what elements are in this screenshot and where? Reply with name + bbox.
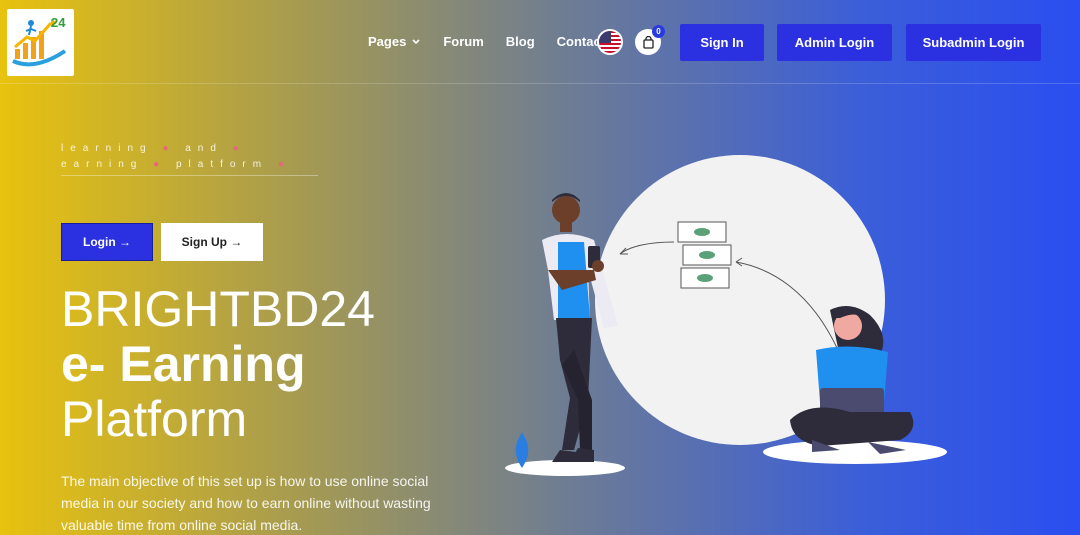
hero-description: The main objective of this set up is how…: [61, 473, 431, 533]
chevron-down-icon: [412, 38, 420, 44]
tagline-word-earning: earning: [61, 159, 144, 170]
language-flag-icon[interactable]: [597, 29, 623, 55]
tagline-word-and: and: [185, 143, 223, 154]
hero-signup-button[interactable]: Sign Up →: [161, 223, 263, 261]
cart-button[interactable]: 0: [635, 25, 665, 55]
nav-item-blog[interactable]: Blog: [506, 34, 535, 49]
brand-logo-text: 24: [51, 15, 66, 30]
hero-illustration: [505, 155, 947, 476]
nav-item-forum[interactable]: Forum: [443, 34, 483, 49]
hero-tagline: learning ● and ● earning ● platform ●: [61, 141, 318, 176]
nav-item-pages-label: Pages: [368, 34, 407, 49]
admin-login-button[interactable]: Admin Login: [777, 24, 892, 61]
hero-login-button[interactable]: Login →: [61, 223, 153, 261]
brand-logo[interactable]: 24: [7, 9, 74, 76]
sign-in-button[interactable]: Sign In: [680, 24, 764, 61]
hero-title-line1: BRIGHTBD24: [61, 281, 375, 337]
shopping-bag-icon: [642, 35, 654, 49]
hero-title-line2: e- Earning: [61, 336, 306, 392]
tagline-word-learning: learning: [61, 143, 153, 154]
main-nav: Pages Forum Blog Contact: [368, 34, 605, 49]
nav-item-pages[interactable]: Pages: [368, 34, 421, 49]
money-icon: [677, 221, 732, 289]
tagline-word-platform: platform: [175, 159, 269, 170]
cart-count-badge: 0: [652, 25, 665, 38]
subadmin-login-button[interactable]: Subadmin Login: [906, 24, 1041, 61]
hero-title-line3: Platform: [61, 391, 248, 447]
